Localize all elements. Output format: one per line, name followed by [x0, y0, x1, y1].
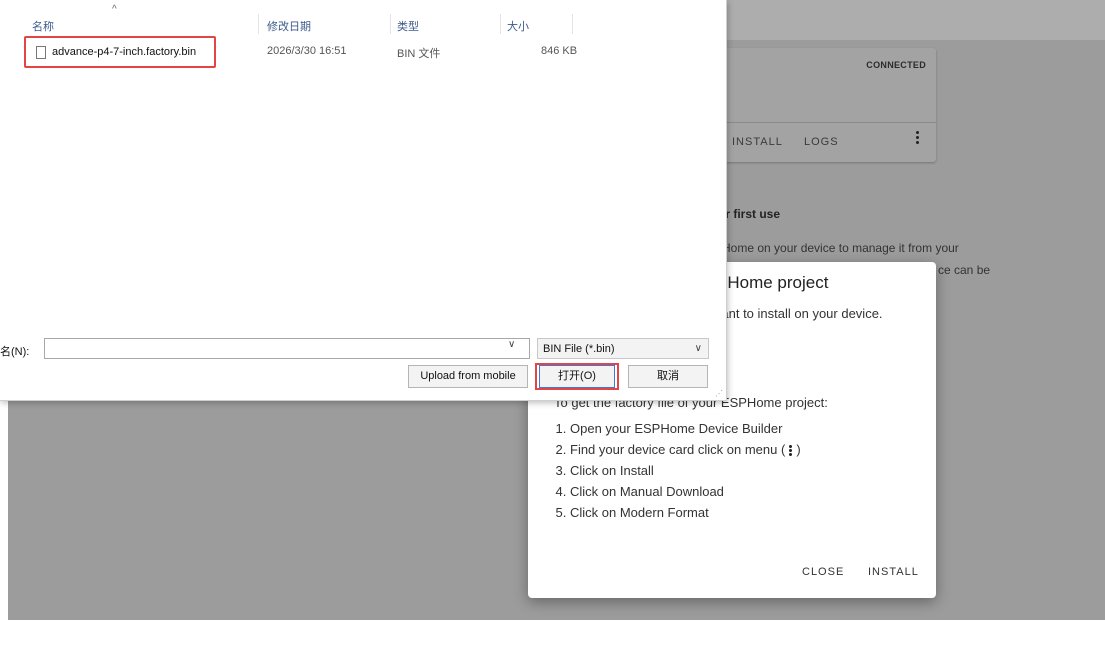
- chevron-down-icon[interactable]: ∨: [508, 339, 515, 350]
- device-logs-button[interactable]: LOGS: [804, 136, 839, 148]
- instruction-step: Click on Manual Download: [570, 481, 801, 502]
- card-divider: [700, 122, 936, 123]
- column-separator: [390, 14, 391, 34]
- file-list-item[interactable]: advance-p4-7-inch.factory.bin: [24, 36, 216, 68]
- instruction-step-suffix: ): [796, 442, 801, 457]
- close-button[interactable]: CLOSE: [802, 566, 844, 578]
- column-header-size[interactable]: 大小: [507, 18, 529, 34]
- filename-label: 名(N):: [0, 346, 30, 358]
- column-header-name[interactable]: 名称: [32, 18, 54, 34]
- column-header-date[interactable]: 修改日期: [267, 18, 311, 34]
- dialog-title: PHome project: [716, 273, 829, 292]
- chevron-down-icon: ∨: [694, 343, 702, 354]
- cancel-button[interactable]: 取消: [628, 365, 708, 388]
- upload-from-mobile-button[interactable]: Upload from mobile: [408, 365, 528, 388]
- file-type-value: BIN File (*.bin): [543, 343, 615, 355]
- device-install-button[interactable]: INSTALL: [732, 136, 783, 148]
- intro-text-line-1: PHome on your device to manage it from y…: [714, 241, 959, 255]
- file-open-dialog: ^ 名称 修改日期 类型 大小 advance-p4-7-inch.factor…: [0, 0, 727, 401]
- instruction-step-text: Find your device card click on menu (: [570, 442, 786, 457]
- instruction-step: Click on Modern Format: [570, 502, 801, 523]
- kebab-menu-icon[interactable]: [916, 131, 920, 146]
- open-button-highlight: [535, 363, 619, 390]
- file-type: BIN 文件: [397, 48, 441, 60]
- device-card: CONNECTED INSTALL LOGS: [700, 48, 936, 162]
- file-name: advance-p4-7-inch.factory.bin: [52, 46, 197, 58]
- dialog-subtitle: want to install on your device.: [712, 306, 883, 321]
- instruction-step: Open your ESPHome Device Builder: [570, 418, 801, 439]
- file-type-select[interactable]: BIN File (*.bin) ∨: [537, 338, 709, 359]
- instruction-step: Click on Install: [570, 460, 801, 481]
- filename-input[interactable]: [44, 338, 530, 359]
- intro-text-line-2: ce can be: [938, 263, 991, 277]
- column-header-type[interactable]: 类型: [397, 18, 419, 34]
- column-separator: [258, 14, 259, 34]
- file-date: 2026/3/30 16:51: [267, 45, 347, 57]
- instructions-list: Open your ESPHome Device Builder Find yo…: [548, 418, 801, 523]
- column-separator: [572, 14, 573, 34]
- resize-grip-icon[interactable]: ⋰: [715, 389, 723, 398]
- column-separator: [500, 14, 501, 34]
- file-size: 846 KB: [541, 45, 578, 57]
- install-button[interactable]: INSTALL: [868, 566, 919, 578]
- kebab-menu-icon: [788, 444, 793, 457]
- connection-status-badge: CONNECTED: [866, 60, 926, 70]
- file-icon: [36, 46, 46, 59]
- sort-ascending-icon: ^: [112, 4, 117, 15]
- instruction-step: Find your device card click on menu (): [570, 439, 801, 460]
